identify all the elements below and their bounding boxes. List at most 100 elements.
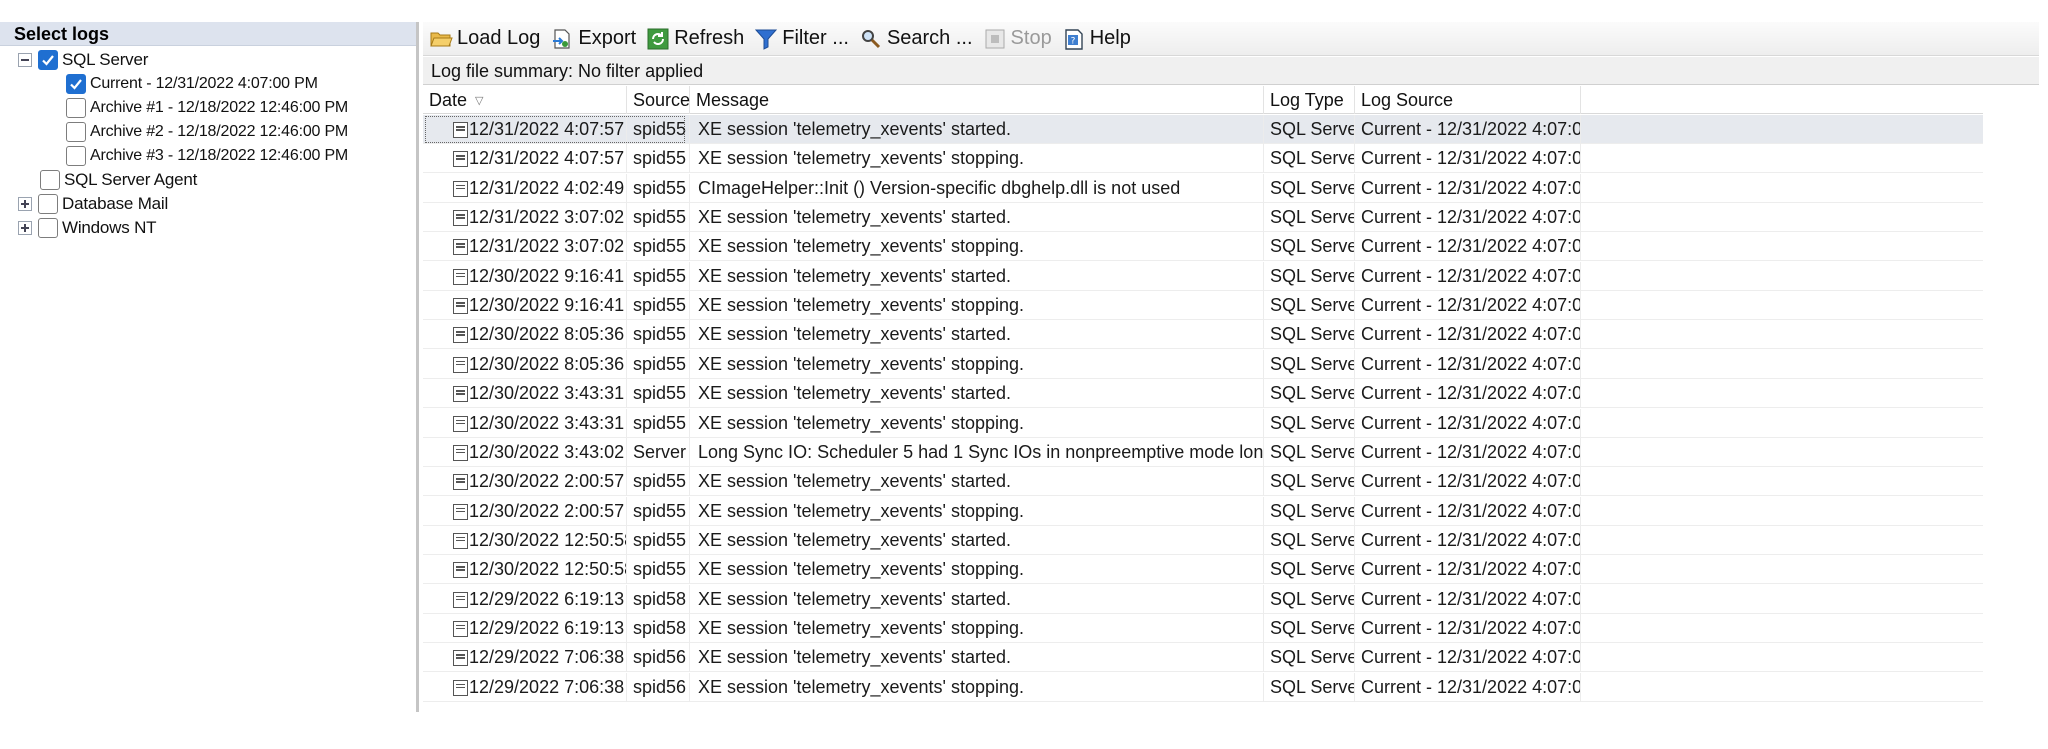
table-row[interactable]: 12/31/2022 4:07:57 PMspid55XE session 't… <box>423 144 1983 174</box>
filter-button[interactable]: Filter ... <box>752 24 857 54</box>
column-header-source[interactable]: Source <box>627 86 690 114</box>
column-header-log-type[interactable]: Log Type <box>1264 86 1355 114</box>
cell-log-source: Current - 12/31/2022 4:07:00 PM <box>1355 613 1581 643</box>
stop-icon <box>983 27 1007 51</box>
table-row[interactable]: 12/30/2022 8:05:36 PMspid55XE session 't… <box>423 349 1983 379</box>
cell-log-type: SQL Server <box>1264 261 1355 291</box>
refresh-button[interactable]: Refresh <box>644 24 752 54</box>
table-row[interactable]: 12/30/2022 12:50:58 ...spid55XE session … <box>423 555 1983 585</box>
column-header-log-source-label: Log Source <box>1361 90 1454 110</box>
tree-item-windows-nt[interactable]: Windows NT <box>18 216 157 240</box>
cell-date: 12/31/2022 4:07:57 PM <box>423 115 627 144</box>
cell-message: XE session 'telemetry_xevents' stopping. <box>690 496 1264 526</box>
cell-message: XE session 'telemetry_xevents' started. <box>690 584 1264 614</box>
tree-item-current-log[interactable]: Current - 12/31/2022 4:07:00 PM <box>66 72 318 96</box>
tree-label: Archive #2 - 12/18/2022 12:46:00 PM <box>90 123 349 140</box>
export-button[interactable]: Export <box>548 24 644 54</box>
tree-label: SQL Server Agent <box>64 170 198 189</box>
column-header-log-source[interactable]: Log Source <box>1355 86 1581 114</box>
cell-source: spid55 <box>627 261 690 291</box>
help-button[interactable]: ? Help <box>1060 24 1139 54</box>
stop-button[interactable]: Stop <box>981 24 1060 54</box>
cell-date: 12/31/2022 3:07:02 PM <box>423 203 627 233</box>
table-row[interactable]: 12/31/2022 4:07:57 PMspid55XE session 't… <box>423 115 1983 144</box>
cell-date: 12/31/2022 3:07:02 PM <box>423 232 627 262</box>
table-row[interactable]: 12/31/2022 3:07:02 PMspid55XE session 't… <box>423 203 1983 233</box>
cell-source: spid55 <box>627 525 690 555</box>
table-row[interactable]: 12/31/2022 4:02:49 PMspid55CImageHelper:… <box>423 173 1983 203</box>
cell-log-source: Current - 12/31/2022 4:07:00 PM <box>1355 320 1581 350</box>
current-log-checkbox[interactable] <box>66 74 86 94</box>
log-file-summary: Log file summary: No filter applied <box>423 57 2039 85</box>
table-row[interactable]: 12/30/2022 9:16:41 PMspid55XE session 't… <box>423 261 1983 291</box>
column-header-message[interactable]: Message <box>690 86 1264 114</box>
cell-log-type: SQL Server <box>1264 144 1355 174</box>
archive-3-checkbox[interactable] <box>66 146 86 166</box>
table-row[interactable]: 12/30/2022 3:43:02 PMServerLong Sync IO:… <box>423 437 1983 467</box>
column-header-date-label: Date <box>429 90 468 110</box>
cell-message: XE session 'telemetry_xevents' started. <box>690 261 1264 291</box>
tree-item-sql-server[interactable]: SQL Server <box>18 48 148 72</box>
cell-message: Long Sync IO: Scheduler 5 had 1 Sync IOs… <box>690 437 1264 467</box>
sql-server-checkbox[interactable] <box>38 50 58 70</box>
archive-2-checkbox[interactable] <box>66 122 86 142</box>
table-row[interactable]: 12/30/2022 8:05:36 PMspid55XE session 't… <box>423 320 1983 350</box>
log-grid: Date ▽ Source Message Log Type Log Source… <box>423 86 1983 712</box>
cell-date: 12/30/2022 12:50:58 ... <box>423 555 627 585</box>
cell-date: 12/30/2022 8:05:36 PM <box>423 349 627 379</box>
database-mail-checkbox[interactable] <box>38 194 58 214</box>
load-log-button[interactable]: Load Log <box>427 24 548 54</box>
table-row[interactable]: 12/29/2022 6:19:13 PMspid58XE session 't… <box>423 584 1983 614</box>
folder-open-icon <box>429 27 453 51</box>
table-row[interactable]: 12/30/2022 2:00:57 PMspid55XE session 't… <box>423 467 1983 497</box>
cell-log-source: Current - 12/31/2022 4:07:00 PM <box>1355 349 1581 379</box>
archive-1-checkbox[interactable] <box>66 98 86 118</box>
tree-item-database-mail[interactable]: Database Mail <box>18 192 168 216</box>
table-row[interactable]: 12/30/2022 3:43:31 PMspid55XE session 't… <box>423 379 1983 409</box>
cell-date: 12/29/2022 6:19:13 PM <box>423 584 627 614</box>
table-row[interactable]: 12/30/2022 2:00:57 PMspid55XE session 't… <box>423 496 1983 526</box>
cell-source: spid55 <box>627 467 690 497</box>
cell-log-type: SQL Server <box>1264 232 1355 262</box>
collapse-icon[interactable] <box>18 53 32 67</box>
cell-log-source: Current - 12/31/2022 4:07:00 PM <box>1355 496 1581 526</box>
expand-icon[interactable] <box>18 221 32 235</box>
cell-date: 12/30/2022 3:43:31 PM <box>423 408 627 438</box>
cell-source: spid55 <box>627 379 690 409</box>
table-row[interactable]: 12/30/2022 12:50:58 ...spid55XE session … <box>423 525 1983 555</box>
table-row[interactable]: 12/29/2022 7:06:38 AMspid56XE session 't… <box>423 672 1983 702</box>
table-row[interactable]: 12/31/2022 3:07:02 PMspid55XE session 't… <box>423 232 1983 262</box>
table-row[interactable]: 12/30/2022 9:16:41 PMspid55XE session 't… <box>423 291 1983 321</box>
tree-item-archive-1[interactable]: Archive #1 - 12/18/2022 12:46:00 PM <box>66 96 348 120</box>
column-header-date[interactable]: Date ▽ <box>423 86 627 114</box>
cell-message: XE session 'telemetry_xevents' stopping. <box>690 672 1264 702</box>
cell-source: spid56 <box>627 672 690 702</box>
cell-message: XE session 'telemetry_xevents' stopping. <box>690 408 1264 438</box>
cell-log-source: Current - 12/31/2022 4:07:00 PM <box>1355 555 1581 585</box>
select-logs-pane: Select logs SQL Server Current - 12/31/2… <box>0 22 416 712</box>
sql-server-agent-checkbox[interactable] <box>40 170 60 190</box>
column-header-source-label: Source <box>633 90 691 110</box>
help-book-icon: ? <box>1062 27 1086 51</box>
tree-item-archive-3[interactable]: Archive #3 - 12/18/2022 12:46:00 PM <box>66 144 348 168</box>
cell-message: XE session 'telemetry_xevents' stopping. <box>690 232 1264 262</box>
tree-item-sql-server-agent[interactable]: SQL Server Agent <box>40 168 197 192</box>
filter-label: Filter ... <box>782 27 849 49</box>
windows-nt-checkbox[interactable] <box>38 218 58 238</box>
cell-log-type: SQL Server <box>1264 496 1355 526</box>
tree-item-archive-2[interactable]: Archive #2 - 12/18/2022 12:46:00 PM <box>66 120 348 144</box>
filter-icon <box>754 27 778 51</box>
table-row[interactable]: 12/29/2022 6:19:13 PMspid58XE session 't… <box>423 613 1983 643</box>
expand-icon[interactable] <box>18 197 32 211</box>
cell-message: XE session 'telemetry_xevents' started. <box>690 320 1264 350</box>
cell-source: spid58 <box>627 613 690 643</box>
cell-message: XE session 'telemetry_xevents' started. <box>690 379 1264 409</box>
cell-log-type: SQL Server <box>1264 203 1355 233</box>
cell-source: spid58 <box>627 584 690 614</box>
table-row[interactable]: 12/29/2022 7:06:38 AMspid56XE session 't… <box>423 643 1983 673</box>
cell-date: 12/31/2022 4:02:49 PM <box>423 173 627 203</box>
cell-source: spid55 <box>627 349 690 379</box>
table-row[interactable]: 12/30/2022 3:43:31 PMspid55XE session 't… <box>423 408 1983 438</box>
search-button[interactable]: Search ... <box>857 24 981 54</box>
cell-date: 12/30/2022 9:16:41 PM <box>423 291 627 321</box>
